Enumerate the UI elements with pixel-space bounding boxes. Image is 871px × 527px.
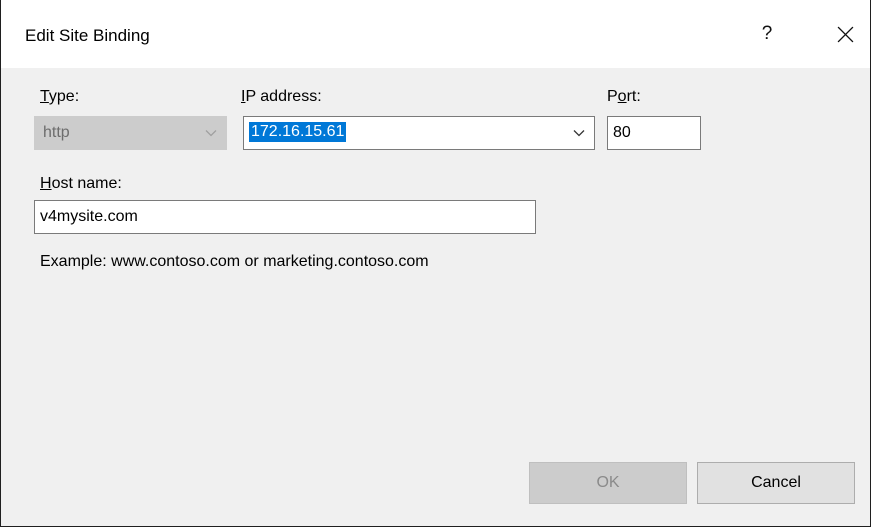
host-name-input[interactable]: v4mysite.com [34,200,536,234]
host-name-label: Host name: [40,175,122,192]
port-value: 80 [613,124,631,141]
ip-address-value-wrap: 172.16.15.61 [249,122,347,142]
close-button[interactable] [819,12,871,56]
title-bar: Edit Site Binding ? [1,0,870,68]
example-text: Example: www.contoso.com or marketing.co… [40,253,429,270]
type-label: Type: [40,88,80,105]
port-label: Port: [607,88,641,105]
port-input[interactable]: 80 [607,116,701,150]
host-name-value: v4mysite.com [40,208,138,225]
close-icon [837,26,853,42]
type-value: http [43,124,70,141]
ok-button[interactable]: OK [529,462,687,504]
type-dropdown[interactable]: http [34,116,227,150]
cancel-button[interactable]: Cancel [697,462,855,504]
ip-address-label: IP address: [241,88,322,105]
chevron-down-icon [205,130,217,137]
dialog-title: Edit Site Binding [25,26,150,45]
ip-address-dropdown[interactable]: 172.16.15.61 [243,116,595,150]
help-button[interactable]: ? [741,12,793,56]
chevron-down-icon[interactable] [572,126,586,140]
help-icon: ? [761,23,773,44]
edit-site-binding-dialog: Edit Site Binding ? Type: http IP addres… [0,0,871,527]
ip-address-value: 172.16.15.61 [249,122,347,142]
